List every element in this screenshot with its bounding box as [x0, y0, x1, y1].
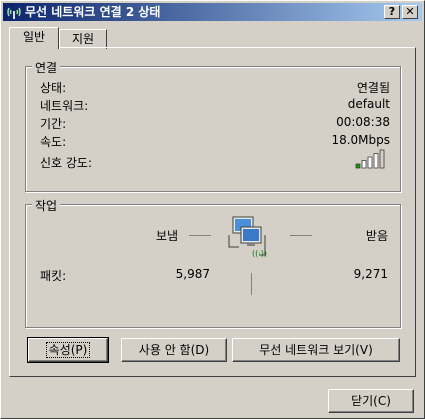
received-activity-line — [290, 235, 312, 236]
connection-group-label: 연결 — [32, 59, 61, 76]
wireless-network-icon — [7, 7, 21, 19]
window-title: 무선 네트워크 연결 2 상태 — [25, 5, 161, 19]
received-label: 받음 — [365, 229, 388, 243]
wireless-indicator-icon: ((·)) — [252, 249, 268, 258]
help-button[interactable]: ? — [384, 5, 400, 19]
view-wireless-networks-button[interactable]: 무선 네트워크 보기(V) — [232, 338, 400, 362]
signal-bar — [361, 160, 367, 169]
packets-label: 패킷: — [40, 269, 67, 283]
activity-group: 작업 보냄 받음 ((·)) 패킷: 5,987 9,271 — [25, 197, 401, 328]
duration-label: 기간: — [40, 117, 67, 131]
signal-bar — [379, 149, 385, 169]
sent-activity-line — [189, 235, 211, 236]
packets-received-value: 9,271 — [353, 267, 388, 281]
tab-general-label: 일반 — [22, 30, 46, 44]
connection-group: 연결 상태: 연결됨 네트워크: default 기간: 00:08:38 속도… — [25, 59, 401, 192]
tab-support[interactable]: 지원 — [59, 29, 107, 49]
packets-sent-value: 5,987 — [175, 267, 210, 281]
properties-button-label: 속성(P) — [45, 342, 91, 358]
activity-group-label: 작업 — [32, 197, 61, 214]
close-button-label: 닫기(C) — [351, 394, 391, 408]
properties-button[interactable]: 속성(P) — [27, 337, 109, 363]
signal-strength-label: 신호 강도: — [40, 156, 93, 170]
signal-bar — [373, 153, 379, 169]
disable-button[interactable]: 사용 안 함(D) — [121, 338, 227, 362]
status-value: 연결됨 — [356, 81, 390, 95]
general-tab-panel: 연결 상태: 연결됨 네트워크: default 기간: 00:08:38 속도… — [9, 47, 416, 377]
network-label: 네트워크: — [40, 99, 89, 113]
sent-label: 보냄 — [156, 229, 179, 243]
connection-line — [251, 273, 252, 295]
network-value: default — [347, 97, 390, 111]
speed-value: 18.0Mbps — [331, 133, 390, 147]
title-bar[interactable]: 무선 네트워크 연결 2 상태 ? ✕ — [3, 3, 422, 21]
duration-value: 00:08:38 — [336, 115, 390, 129]
status-label: 상태: — [40, 81, 67, 95]
close-button[interactable]: 닫기(C) — [328, 389, 414, 413]
view-wireless-networks-label: 무선 네트워크 보기(V) — [259, 343, 373, 357]
signal-bar — [367, 156, 373, 169]
status-dialog: 무선 네트워크 연결 2 상태 ? ✕ 일반 지원 연결 상태: 연결됨 네트워… — [0, 0, 425, 419]
speed-label: 속도: — [40, 135, 67, 149]
signal-strength-icon — [355, 149, 385, 169]
tab-general[interactable]: 일반 — [9, 27, 59, 49]
signal-bar — [355, 163, 361, 169]
disable-button-label: 사용 안 함(D) — [138, 343, 210, 357]
tab-support-label: 지원 — [71, 32, 95, 46]
close-window-button[interactable]: ✕ — [402, 5, 418, 19]
